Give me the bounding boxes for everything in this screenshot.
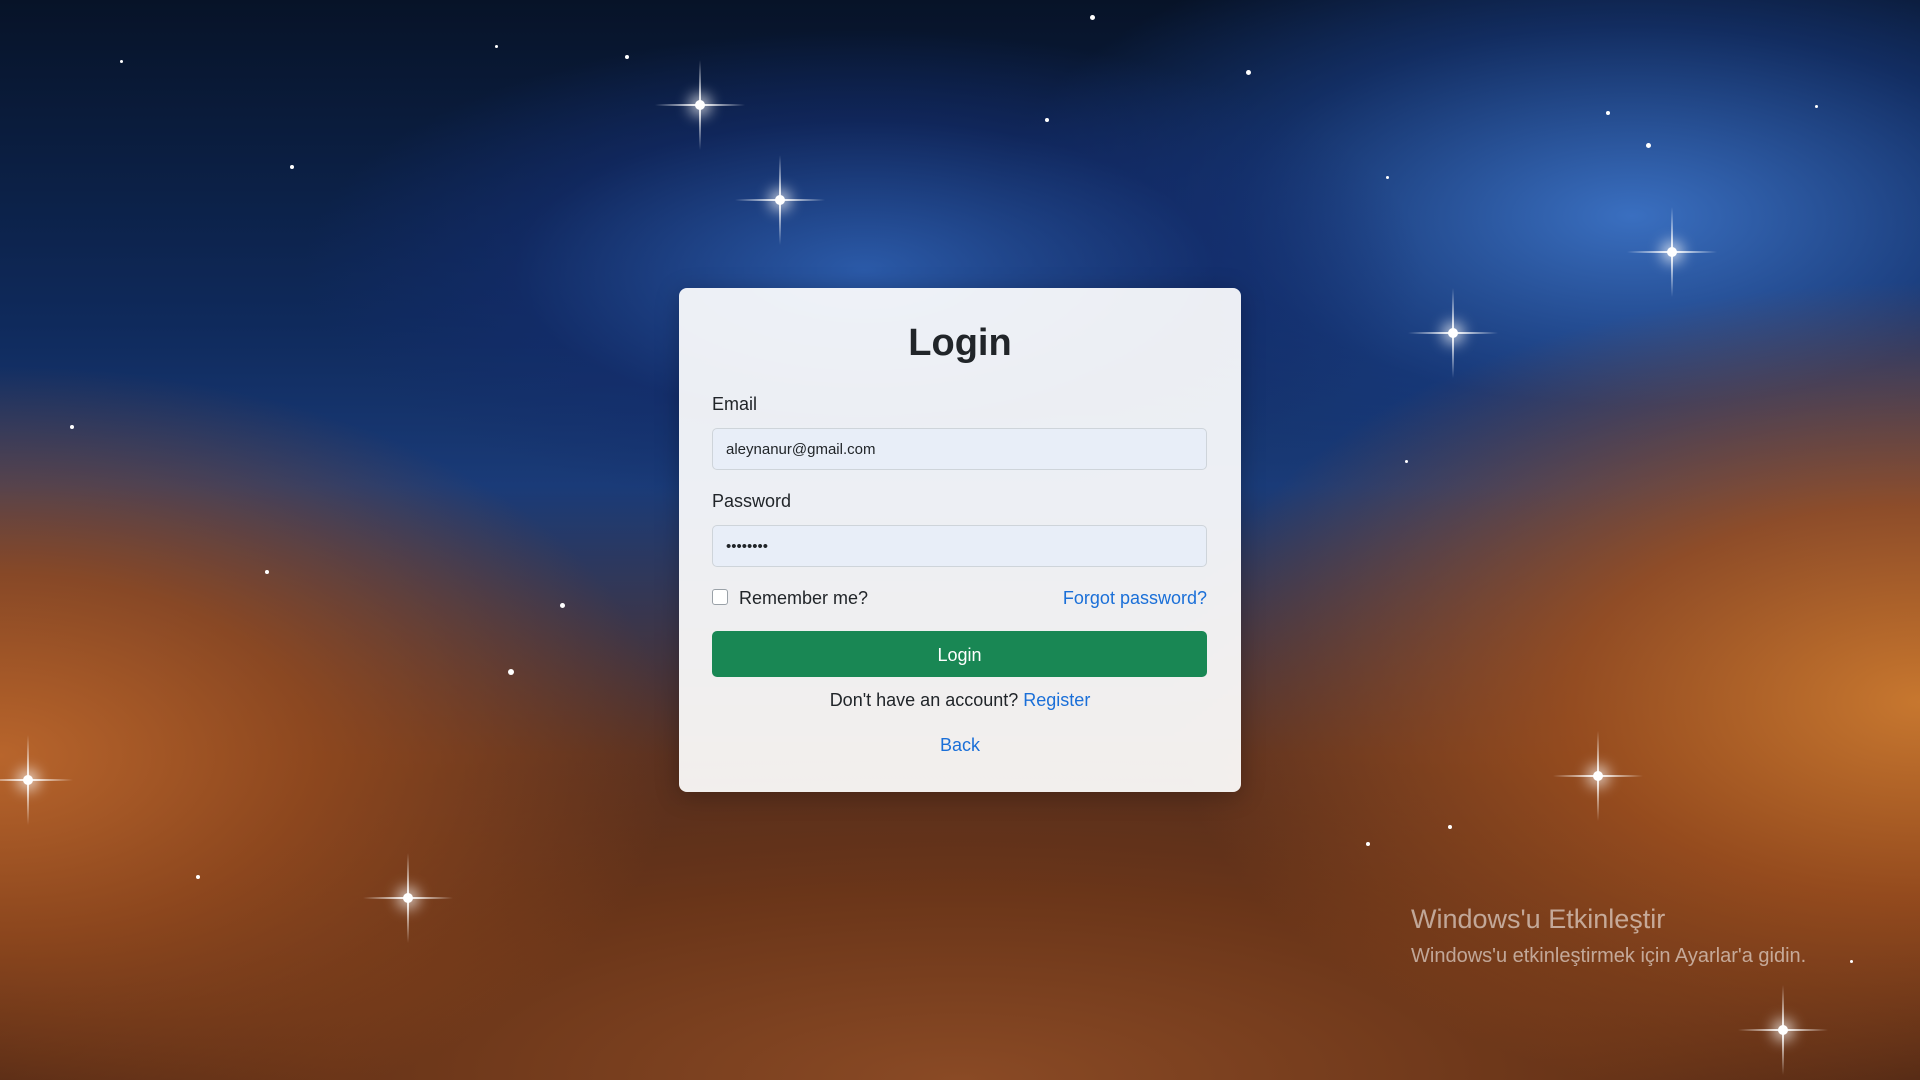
page-title: Login [908, 322, 1012, 364]
star [1246, 70, 1251, 75]
windows-activation-subtitle: Windows'u etkinleştirmek için Ayarlar'a … [1411, 945, 1807, 967]
forgot-password-link[interactable]: Forgot password? [1063, 586, 1207, 610]
star [1606, 111, 1610, 115]
register-prompt: Don't have an account? [829, 690, 1019, 710]
star [508, 669, 514, 675]
login-card: Login Email Password Remember me? Forgot… [679, 288, 1241, 792]
star [1815, 105, 1818, 108]
star [495, 45, 498, 48]
login-button[interactable]: Login [712, 631, 1207, 677]
back-link[interactable]: Back [679, 733, 1241, 757]
remember-checkbox[interactable] [712, 589, 728, 605]
email-label: Email [712, 394, 758, 414]
star [1366, 842, 1370, 846]
star [1090, 15, 1095, 20]
star [196, 875, 200, 879]
star [290, 165, 294, 169]
star [1448, 825, 1452, 829]
password-field[interactable] [712, 525, 1207, 567]
star [560, 603, 565, 608]
windows-activation-title: Windows'u Etkinleştir [1411, 904, 1666, 934]
remember-row: Remember me? Forgot password? [712, 586, 1207, 610]
star [1646, 143, 1651, 148]
star [1045, 118, 1049, 122]
star [70, 425, 74, 429]
star [1386, 176, 1389, 179]
register-line: Don't have an account? Register [679, 688, 1241, 712]
star [1850, 960, 1853, 963]
star [265, 570, 269, 574]
star [120, 60, 123, 63]
register-link[interactable]: Register [1023, 690, 1090, 710]
star [1405, 460, 1408, 463]
remember-label[interactable]: Remember me? [739, 586, 868, 610]
password-label: Password [712, 491, 792, 511]
email-field[interactable] [712, 428, 1207, 470]
star [625, 55, 629, 59]
